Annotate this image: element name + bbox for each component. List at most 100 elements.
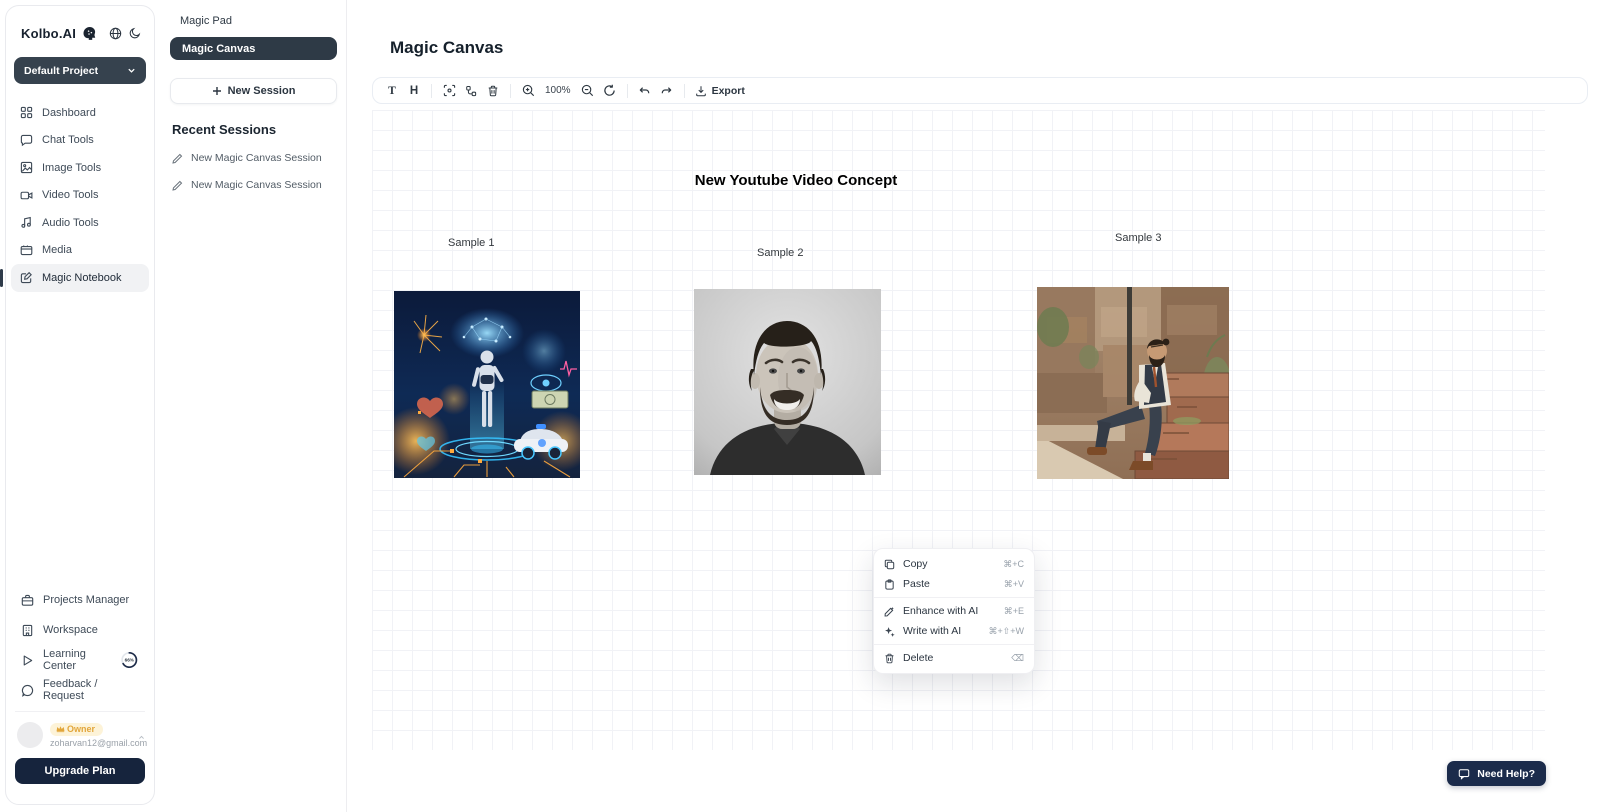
chat-bubble-icon [20, 134, 33, 147]
download-icon [695, 85, 707, 97]
context-menu-item-copy[interactable]: Copy ⌘+C [874, 554, 1034, 574]
select-region-button[interactable] [438, 80, 460, 101]
divider [874, 597, 1034, 598]
feedback-bubble-icon [21, 684, 34, 697]
connector-tool-button[interactable] [460, 80, 482, 101]
pencil-icon [172, 180, 183, 191]
shortcut-label: ⌘+⇧+W [988, 626, 1024, 637]
text-tool-button[interactable]: T [381, 80, 403, 101]
redo-button[interactable] [656, 80, 678, 101]
divider [684, 84, 685, 98]
sidebar-item-video-tools[interactable]: Video Tools [11, 182, 149, 210]
notebook-edit-icon [20, 271, 33, 284]
divider [627, 84, 628, 98]
rotate-reset-icon [603, 84, 616, 97]
user-email: zoharvan12@gmail.com [50, 738, 147, 748]
context-menu-item-enhance-with-ai[interactable]: Enhance with AI ⌘+E [874, 601, 1034, 621]
project-selector[interactable]: Default Project [14, 57, 146, 84]
board-title[interactable]: New Youtube Video Concept [690, 172, 902, 189]
learning-progress-ring: 66% [120, 649, 139, 671]
video-camera-icon [20, 189, 33, 202]
need-help-button[interactable]: Need Help? [1447, 761, 1546, 786]
zoom-out-icon [581, 84, 594, 97]
sidebar-item-label: Projects Manager [43, 594, 129, 606]
learning-progress-value: 66% [125, 658, 134, 663]
dark-mode-moon-icon[interactable] [129, 25, 142, 41]
sample-3-label[interactable]: Sample 3 [1115, 232, 1161, 244]
context-menu-item-write-with-ai[interactable]: Write with AI ⌘+⇧+W [874, 621, 1034, 641]
zoom-out-button[interactable] [577, 80, 599, 101]
sidebar-item-label: Magic Notebook [42, 272, 122, 284]
avatar [17, 722, 43, 748]
project-selector-label: Default Project [24, 65, 98, 77]
chevron-down-icon [127, 66, 136, 75]
sample-3-image[interactable] [1037, 287, 1229, 479]
trash-icon [884, 653, 895, 664]
sidebar-item-label: Image Tools [42, 162, 101, 174]
selection-scan-icon [443, 84, 456, 97]
sample-2-label[interactable]: Sample 2 [757, 247, 803, 259]
sidebar-footer: Projects Manager Workspace Learning Cent… [15, 585, 145, 784]
pencil-icon [172, 153, 183, 164]
sidebar-item-audio-tools[interactable]: Audio Tools [11, 209, 149, 237]
sidebar-item-dashboard[interactable]: Dashboard [11, 99, 149, 127]
language-globe-icon[interactable] [109, 25, 122, 41]
sidebar-item-learning-center[interactable]: Learning Center 66% [15, 645, 145, 675]
briefcase-icon [21, 594, 34, 607]
export-button[interactable]: Export [691, 85, 749, 97]
sidebar-item-media[interactable]: Media [11, 237, 149, 265]
shortcut-label: ⌫ [1011, 653, 1024, 664]
sidebar-item-label: Audio Tools [42, 217, 99, 229]
owner-badge: Owner [50, 723, 103, 736]
new-session-button[interactable]: New Session [170, 78, 337, 104]
sidebar-item-label: Media [42, 244, 72, 256]
zoom-in-button[interactable] [517, 80, 539, 101]
upgrade-plan-button[interactable]: Upgrade Plan [15, 758, 145, 784]
shortcut-label: ⌘+E [1004, 606, 1024, 617]
sample-1-image[interactable] [394, 291, 580, 478]
paste-clipboard-icon [884, 579, 895, 590]
music-note-icon [20, 216, 33, 229]
recent-sessions-heading: Recent Sessions [172, 122, 346, 137]
sidebar-item-chat-tools[interactable]: Chat Tools [11, 127, 149, 155]
undo-icon [638, 84, 651, 97]
sidebar-item-image-tools[interactable]: Image Tools [11, 154, 149, 182]
reset-view-button[interactable] [599, 80, 621, 101]
sidebar-item-magic-notebook[interactable]: Magic Notebook [11, 264, 149, 292]
sidebar-item-projects-manager[interactable]: Projects Manager [15, 585, 145, 615]
canvas-grid[interactable]: New Youtube Video Concept Sample 1 Sampl… [372, 110, 1545, 750]
trash-icon [487, 85, 499, 97]
flow-branch-icon [465, 85, 477, 97]
shortcut-label: ⌘+V [1004, 579, 1024, 590]
copy-icon [884, 559, 895, 570]
crown-icon [56, 725, 65, 733]
session-list-item[interactable]: New Magic Canvas Session [172, 152, 346, 164]
user-account[interactable]: Owner zoharvan12@gmail.com [15, 720, 145, 758]
sample-1-label[interactable]: Sample 1 [448, 237, 494, 249]
delete-tool-button[interactable] [482, 80, 504, 101]
shortcut-label: ⌘+C [1003, 559, 1024, 570]
divider [510, 84, 511, 98]
help-chat-icon [1458, 768, 1470, 780]
sidebar-item-workspace[interactable]: Workspace [15, 615, 145, 645]
context-menu-item-delete[interactable]: Delete ⌫ [874, 648, 1034, 668]
play-icon [21, 654, 34, 667]
sidebar-item-label: Feedback / Request [43, 678, 139, 702]
redo-icon [660, 84, 673, 97]
sample-2-image[interactable] [694, 289, 881, 475]
sidebar-item-label: Chat Tools [42, 134, 94, 146]
active-indicator [0, 269, 3, 287]
tab-magic-canvas[interactable]: Magic Canvas [170, 37, 337, 60]
zoom-in-icon [522, 84, 535, 97]
sidebar-item-label: Video Tools [42, 189, 98, 201]
context-menu-item-paste[interactable]: Paste ⌘+V [874, 574, 1034, 594]
dashboard-icon [20, 106, 33, 119]
sidebar-item-label: Learning Center [43, 648, 109, 672]
sidebar-item-feedback[interactable]: Feedback / Request [15, 675, 145, 705]
tab-magic-pad[interactable]: Magic Pad [180, 15, 334, 27]
building-icon [21, 624, 34, 637]
undo-button[interactable] [634, 80, 656, 101]
session-list-item[interactable]: New Magic Canvas Session [172, 179, 346, 191]
divider [874, 644, 1034, 645]
heading-tool-button[interactable]: H [403, 80, 425, 101]
